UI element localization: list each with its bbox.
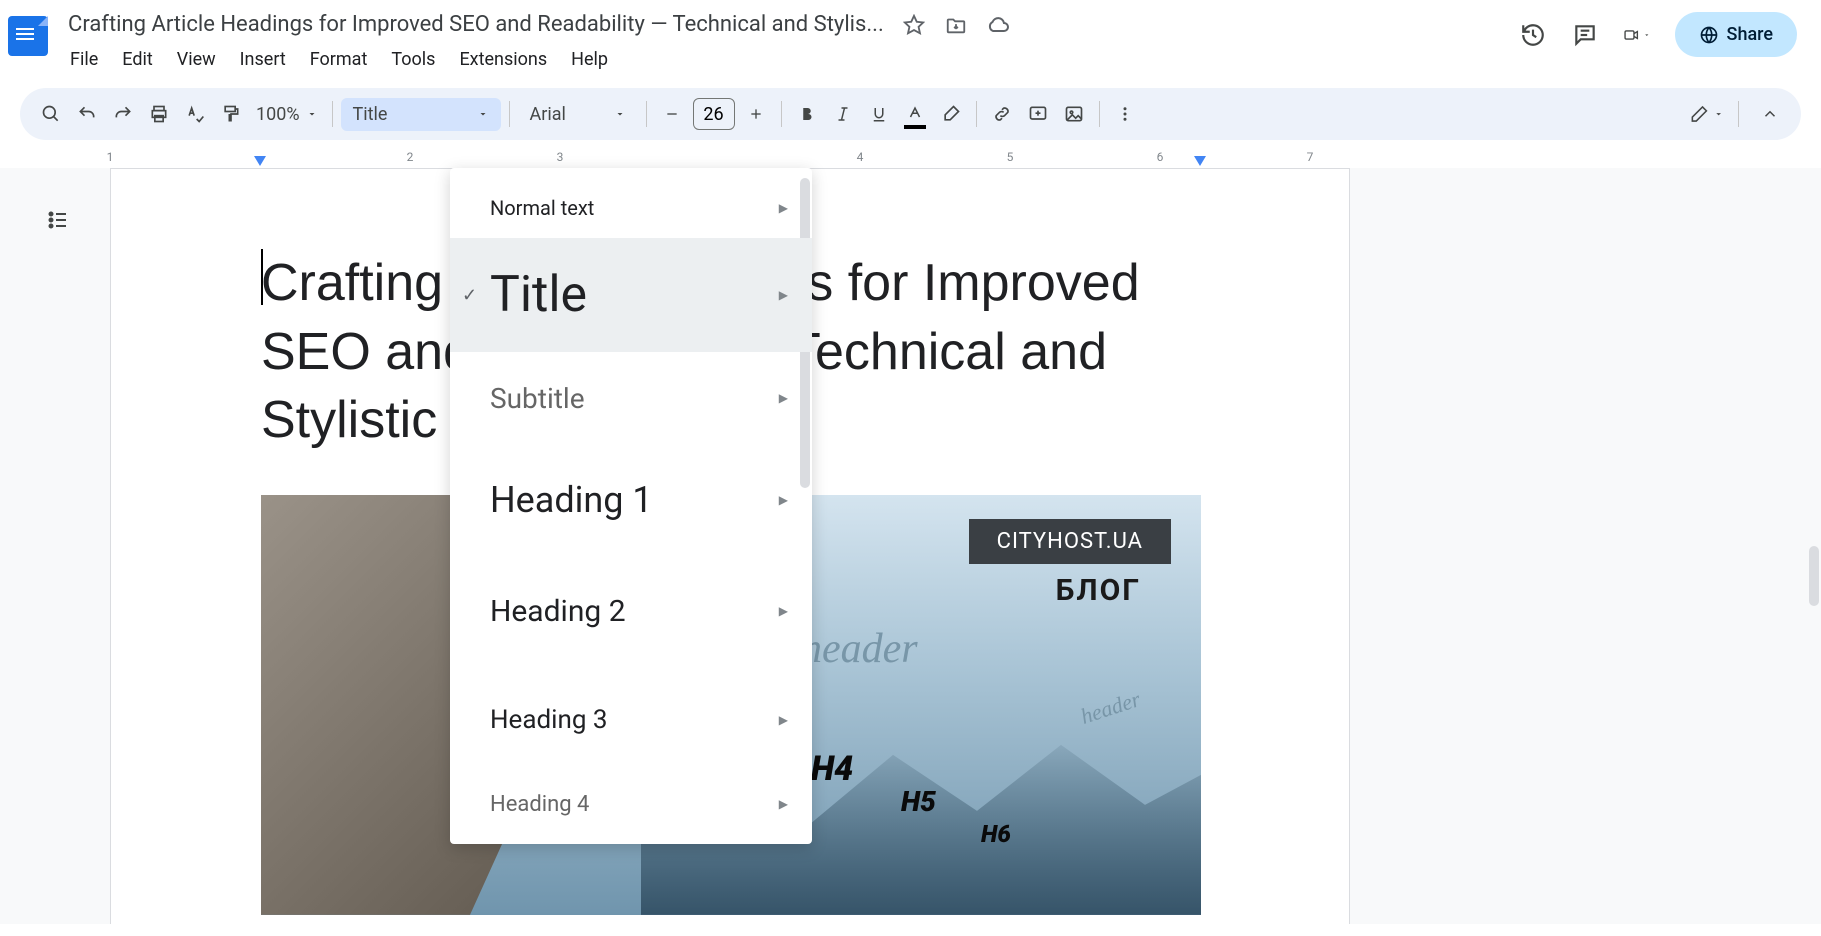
- separator: [1738, 101, 1739, 127]
- more-options-button[interactable]: [1108, 97, 1142, 131]
- style-option-normal-text[interactable]: Normal text ▶: [450, 178, 812, 238]
- search-icon[interactable]: [34, 97, 68, 131]
- fontsize-input[interactable]: [693, 98, 735, 130]
- toolbar: 100% Title Arial: [20, 88, 1801, 140]
- image-header-text-small: header: [1077, 686, 1143, 730]
- submenu-arrow-icon: ▶: [779, 797, 788, 811]
- menu-format[interactable]: Format: [300, 45, 378, 74]
- cloud-status-icon[interactable]: [986, 13, 1010, 37]
- decrease-fontsize-button[interactable]: [655, 97, 689, 131]
- share-label: Share: [1727, 24, 1773, 45]
- menu-edit[interactable]: Edit: [112, 45, 162, 74]
- insert-link-button[interactable]: [985, 97, 1019, 131]
- paint-format-icon[interactable]: [214, 97, 248, 131]
- style-option-title[interactable]: ✓ Title ▶: [450, 238, 812, 352]
- paragraph-style-selector[interactable]: Title: [341, 98, 501, 131]
- spellcheck-icon[interactable]: [178, 97, 212, 131]
- right-indent-marker[interactable]: [1194, 156, 1206, 166]
- underline-button[interactable]: [862, 97, 896, 131]
- style-option-subtitle[interactable]: Subtitle ▶: [450, 352, 812, 444]
- separator: [976, 101, 977, 127]
- check-icon: ✓: [462, 285, 477, 306]
- canvas-area: Crafting Article Headings for Improved S…: [0, 168, 1821, 924]
- submenu-arrow-icon: ▶: [779, 713, 788, 727]
- insert-comment-button[interactable]: [1021, 97, 1055, 131]
- document-title[interactable]: Crafting Article Headings for Improved S…: [60, 8, 892, 41]
- menu-file[interactable]: File: [60, 45, 108, 74]
- style-option-heading-2[interactable]: Heading 2 ▶: [450, 556, 812, 666]
- menubar: File Edit View Insert Format Tools Exten…: [60, 41, 1519, 78]
- text-color-button[interactable]: [898, 97, 932, 131]
- image-h6-label: H6: [981, 820, 1011, 848]
- separator: [509, 101, 510, 127]
- submenu-arrow-icon: ▶: [779, 604, 788, 618]
- chevron-down-icon: [477, 108, 489, 120]
- menu-tools[interactable]: Tools: [381, 45, 445, 74]
- image-badge: CITYHOST.UA: [969, 519, 1171, 564]
- image-blog-label: БЛОГ: [1056, 573, 1141, 608]
- left-indent-marker[interactable]: [254, 156, 266, 166]
- print-icon[interactable]: [142, 97, 176, 131]
- chevron-down-icon: [306, 108, 318, 120]
- docs-logo[interactable]: [8, 16, 48, 56]
- separator: [646, 101, 647, 127]
- separator: [1099, 101, 1100, 127]
- undo-icon[interactable]: [70, 97, 104, 131]
- style-option-heading-1[interactable]: Heading 1 ▶: [450, 444, 812, 556]
- increase-fontsize-button[interactable]: [739, 97, 773, 131]
- text-cursor: [261, 249, 263, 305]
- move-folder-icon[interactable]: [944, 13, 968, 37]
- bold-button[interactable]: [790, 97, 824, 131]
- insert-image-button[interactable]: [1057, 97, 1091, 131]
- menu-help[interactable]: Help: [561, 45, 618, 74]
- submenu-arrow-icon: ▶: [779, 493, 788, 507]
- globe-icon: [1699, 25, 1719, 45]
- zoom-selector[interactable]: 100%: [250, 104, 324, 125]
- image-h5-label: H5: [901, 785, 936, 818]
- style-option-heading-3[interactable]: Heading 3 ▶: [450, 666, 812, 774]
- image-h4-label: H4: [811, 749, 853, 789]
- highlight-color-button[interactable]: [934, 97, 968, 131]
- editing-mode-button[interactable]: [1690, 97, 1724, 131]
- font-selector[interactable]: Arial: [518, 98, 638, 131]
- meet-button[interactable]: [1623, 21, 1651, 49]
- collapse-toolbar-button[interactable]: [1753, 97, 1787, 131]
- chevron-down-icon: [1713, 108, 1724, 120]
- italic-button[interactable]: [826, 97, 860, 131]
- style-option-heading-4[interactable]: Heading 4 ▶: [450, 774, 812, 834]
- chevron-down-icon: [614, 108, 626, 120]
- menu-extensions[interactable]: Extensions: [449, 45, 557, 74]
- image-header-text: header: [801, 625, 918, 673]
- outline-toggle-button[interactable]: [38, 200, 78, 240]
- star-icon[interactable]: [902, 13, 926, 37]
- history-icon[interactable]: [1519, 21, 1547, 49]
- separator: [781, 101, 782, 127]
- share-button[interactable]: Share: [1675, 12, 1797, 57]
- submenu-arrow-icon: ▶: [779, 391, 788, 405]
- paragraph-styles-dropdown: Normal text ▶ ✓ Title ▶ Subtitle ▶ Headi…: [450, 168, 812, 844]
- comments-icon[interactable]: [1571, 21, 1599, 49]
- submenu-arrow-icon: ▶: [779, 288, 788, 302]
- separator: [332, 101, 333, 127]
- menu-insert[interactable]: Insert: [230, 45, 296, 74]
- horizontal-ruler[interactable]: 1 2 3 4 5 6 7: [110, 148, 1761, 168]
- submenu-arrow-icon: ▶: [779, 201, 788, 215]
- vertical-scrollbar[interactable]: [1809, 546, 1819, 606]
- redo-icon[interactable]: [106, 97, 140, 131]
- app-header: Crafting Article Headings for Improved S…: [0, 0, 1821, 80]
- menu-view[interactable]: View: [167, 45, 226, 74]
